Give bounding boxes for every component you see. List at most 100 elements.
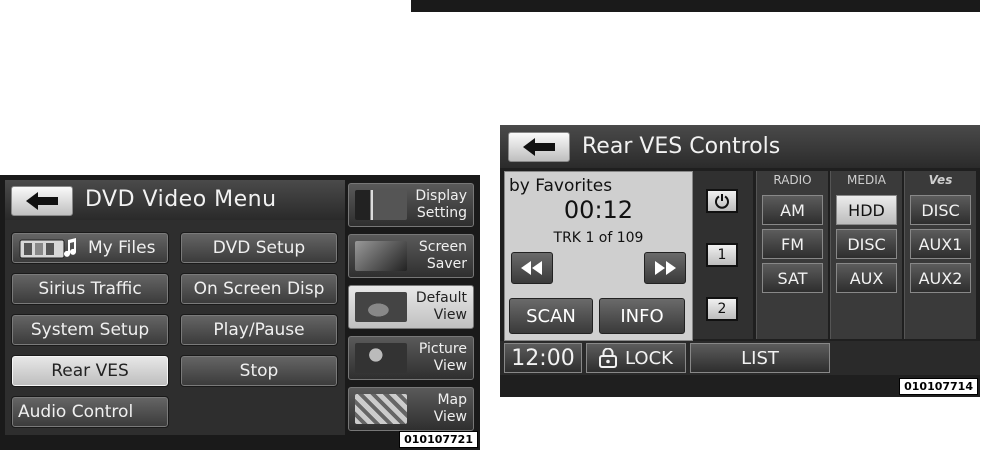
- playback-info-pane: by Favorites 00:12 TRK 1 of 109 SCAN INF…: [504, 171, 693, 341]
- zone-column: 1 2: [693, 171, 753, 339]
- aux1-button[interactable]: AUX1: [910, 229, 971, 259]
- list-button[interactable]: LIST: [690, 343, 830, 373]
- scan-button[interactable]: SCAN: [509, 298, 593, 334]
- map-view-label-1: Map: [437, 392, 467, 408]
- display-setting-label-1: Display: [415, 188, 467, 204]
- default-view-label-2: View: [433, 307, 467, 323]
- map-view-label-2: View: [433, 409, 467, 425]
- fm-button[interactable]: FM: [762, 229, 823, 259]
- back-button[interactable]: [508, 132, 570, 162]
- display-setting-button[interactable]: Display Setting: [348, 183, 474, 227]
- rear-ves-label: Rear VES: [51, 361, 129, 381]
- top-border-bar: [411, 0, 980, 12]
- sirius-traffic-label: Sirius Traffic: [38, 279, 142, 299]
- next-track-button[interactable]: [644, 252, 686, 284]
- hdd-label: HDD: [848, 200, 885, 220]
- ves-disc-label: DISC: [921, 200, 960, 220]
- sat-label: SAT: [777, 268, 808, 288]
- stop-label: Stop: [239, 361, 279, 381]
- elapsed-time: 00:12: [563, 196, 634, 224]
- display-setting-label-2: Setting: [416, 205, 467, 221]
- lock-button[interactable]: LOCK: [586, 343, 686, 373]
- clock-label: 12:00: [511, 345, 575, 371]
- ves-disc-button[interactable]: DISC: [910, 195, 971, 225]
- rear-ves-controls-screen: Rear VES Controls by Favorites 00:12 TRK…: [500, 125, 980, 397]
- picture-view-label-1: Picture: [418, 341, 467, 357]
- previous-track-button[interactable]: [511, 252, 553, 284]
- menu-panel: DVD Video Menu My Files DVD Setup Sirius…: [5, 180, 345, 435]
- title-bar: Rear VES Controls: [500, 125, 980, 168]
- fast-forward-icon: [655, 261, 676, 275]
- display-setting-icon: [355, 190, 407, 220]
- picture-view-label-2: View: [433, 358, 467, 374]
- aux-label: AUX: [849, 268, 884, 288]
- zone-2-button[interactable]: 2: [706, 297, 738, 321]
- on-screen-disp-label: On Screen Disp: [193, 279, 325, 299]
- map-view-button[interactable]: Map View: [348, 387, 474, 431]
- sat-button[interactable]: SAT: [762, 263, 823, 293]
- rear-ves-button[interactable]: Rear VES: [11, 355, 169, 387]
- my-files-button[interactable]: My Files: [11, 232, 169, 264]
- hdd-button[interactable]: HDD: [836, 195, 897, 225]
- power-button[interactable]: [706, 189, 738, 213]
- default-view-icon: [355, 292, 407, 322]
- aux2-label: AUX2: [918, 268, 963, 288]
- media-disc-button[interactable]: DISC: [836, 229, 897, 259]
- zone-2-label: 2: [717, 301, 727, 317]
- ves-column: Ves DISC AUX1 AUX2: [904, 171, 976, 339]
- ves-header: Ves: [928, 173, 953, 187]
- dvd-setup-button[interactable]: DVD Setup: [180, 232, 338, 264]
- scan-label: SCAN: [526, 305, 576, 327]
- back-button[interactable]: [11, 186, 73, 216]
- clock-button[interactable]: 12:00: [504, 343, 582, 373]
- sirius-traffic-button[interactable]: Sirius Traffic: [11, 273, 169, 305]
- media-header: MEDIA: [847, 173, 886, 187]
- stop-button[interactable]: Stop: [180, 355, 338, 387]
- am-button[interactable]: AM: [762, 195, 823, 225]
- aux1-label: AUX1: [918, 234, 963, 254]
- screen-saver-label-2: Saver: [426, 256, 467, 272]
- play-pause-label: Play/Pause: [213, 320, 305, 340]
- fm-label: FM: [780, 234, 804, 254]
- track-info: TRK 1 of 109: [553, 230, 644, 246]
- on-screen-disp-button[interactable]: On Screen Disp: [180, 273, 338, 305]
- radio-header: RADIO: [773, 173, 812, 187]
- picture-view-icon: [355, 343, 407, 373]
- aux-button[interactable]: AUX: [836, 263, 897, 293]
- system-setup-button[interactable]: System Setup: [11, 314, 169, 346]
- zone-1-label: 1: [717, 247, 727, 263]
- system-setup-label: System Setup: [30, 320, 150, 340]
- audio-control-button[interactable]: Audio Control: [11, 396, 169, 428]
- screen-saver-icon: [355, 241, 407, 271]
- info-label: INFO: [620, 305, 664, 327]
- power-icon: [715, 194, 729, 209]
- screen-saver-button[interactable]: Screen Saver: [348, 234, 474, 278]
- aux2-button[interactable]: AUX2: [910, 263, 971, 293]
- page-title: Rear VES Controls: [582, 134, 781, 159]
- picture-view-button[interactable]: Picture View: [348, 336, 474, 380]
- map-view-icon: [355, 394, 407, 424]
- zone-1-button[interactable]: 1: [706, 243, 738, 267]
- list-label: LIST: [741, 347, 779, 369]
- dvd-video-menu-screen: DVD Video Menu My Files DVD Setup Sirius…: [0, 175, 480, 450]
- back-arrow-icon: [26, 192, 58, 210]
- my-files-label: My Files: [88, 238, 156, 258]
- folder-music-icon: [19, 238, 76, 259]
- lock-label: LOCK: [625, 347, 673, 369]
- figure-code: 010107714: [899, 378, 978, 395]
- dvd-setup-label: DVD Setup: [212, 238, 306, 258]
- view-options-column: Display Setting Screen Saver Default Vie…: [346, 180, 476, 435]
- default-view-button[interactable]: Default View: [348, 285, 474, 329]
- media-column: MEDIA HDD DISC AUX: [830, 171, 902, 339]
- media-disc-label: DISC: [847, 234, 886, 254]
- favorites-mode: by Favorites: [509, 176, 613, 196]
- rewind-icon: [521, 261, 542, 275]
- play-pause-button[interactable]: Play/Pause: [180, 314, 338, 346]
- am-label: AM: [780, 200, 805, 220]
- page-title: DVD Video Menu: [85, 187, 277, 212]
- audio-control-label: Audio Control: [18, 402, 134, 422]
- title-bar: DVD Video Menu: [5, 180, 345, 220]
- info-button[interactable]: INFO: [599, 298, 685, 334]
- bottom-bar: 12:00 LOCK LIST: [500, 341, 980, 375]
- figure-code: 010107721: [399, 431, 478, 448]
